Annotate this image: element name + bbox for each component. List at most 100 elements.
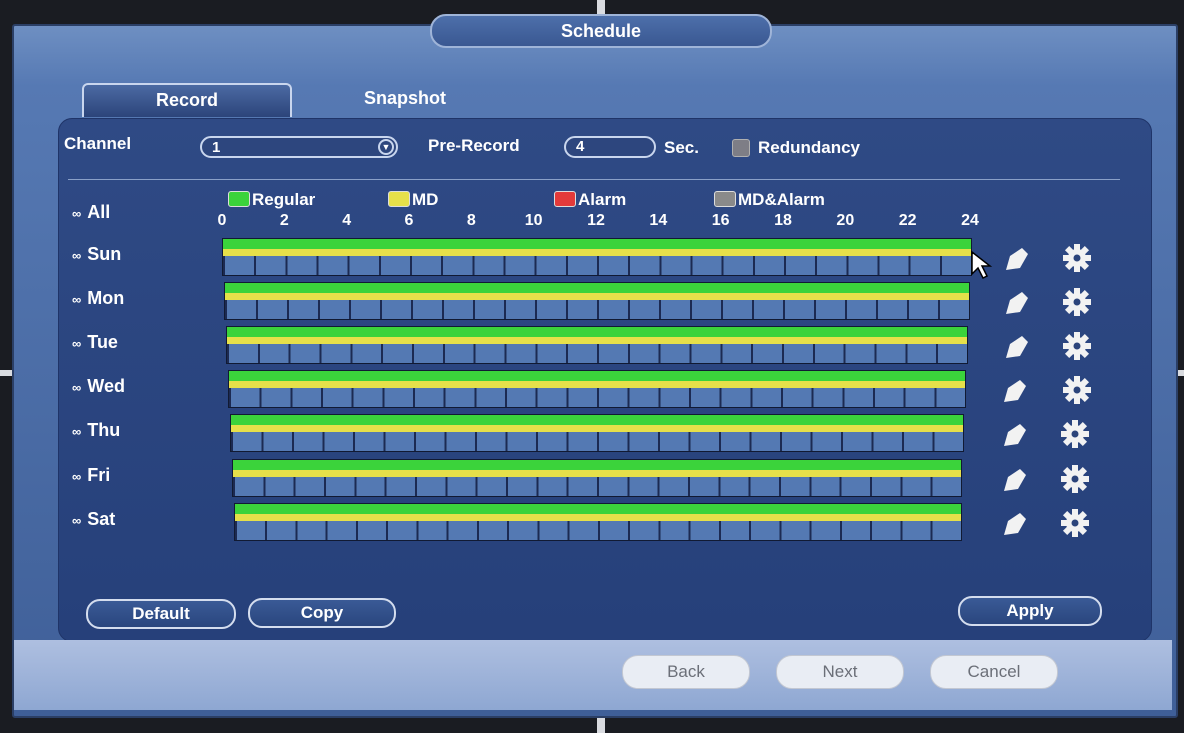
schedule-bar-wed[interactable] [228,370,966,408]
md-period [235,514,961,521]
copy-button[interactable]: Copy [248,598,396,628]
tab-snapshot[interactable]: Snapshot [330,83,480,117]
tick-label: 18 [774,212,792,229]
chain-link-icon: ∞ [72,513,81,528]
pencil-icon[interactable] [1000,286,1034,320]
day-link-sun[interactable]: ∞ Sun [72,244,121,265]
md-period [231,425,963,432]
channel-select[interactable]: 1 ▼ [200,136,398,158]
gear-icon[interactable] [1058,417,1092,451]
chain-link-icon: ∞ [72,380,81,395]
day-label: Sat [87,509,116,529]
hour-grid [223,256,971,275]
day-label: Mon [87,288,125,308]
hour-grid [227,344,967,363]
tick-label: 10 [524,212,543,229]
gear-icon[interactable] [1060,329,1094,363]
legend-regular: Regular [228,190,315,210]
md-period [225,293,969,300]
pre-record-label: Pre-Record [428,136,520,155]
schedule-bar-fri[interactable] [232,459,962,497]
tick-label: 16 [711,212,730,229]
next-button[interactable]: Next [776,655,904,689]
chevron-down-icon: ▼ [378,139,394,155]
tab-record[interactable]: Record [82,83,292,117]
pre-record-input[interactable]: 4 [564,136,656,158]
tick-label: 14 [649,212,668,229]
pencil-icon[interactable] [1000,242,1034,276]
md-period [233,470,961,477]
gear-icon[interactable] [1058,462,1092,496]
regular-period [227,327,967,337]
pencil-icon[interactable] [998,374,1032,408]
section-divider [68,179,1120,180]
default-button[interactable]: Default [86,599,236,629]
mouse-cursor-icon [971,250,993,280]
day-link-wed[interactable]: ∞ Wed [72,376,125,397]
gear-icon[interactable] [1058,506,1092,540]
schedule-bar-tue[interactable] [226,326,968,364]
dialog-title: Schedule [430,14,772,48]
regular-period [231,415,963,425]
redundancy-checkbox[interactable] [732,139,750,157]
gear-icon[interactable] [1060,241,1094,275]
md-swatch [388,191,410,207]
tick-label: 20 [836,212,855,229]
apply-button[interactable]: Apply [958,596,1102,626]
day-link-thu[interactable]: ∞ Thu [72,420,120,441]
chain-link-icon: ∞ [72,424,81,439]
day-label: Wed [87,376,125,396]
chain-link-icon: ∞ [72,248,81,263]
legend-alarm: Alarm [554,190,626,210]
schedule-bar-sun[interactable] [222,238,972,276]
tick-label: 2 [279,212,289,229]
regular-swatch [228,191,250,207]
tick-label: 8 [466,212,476,229]
tick-label: 0 [217,212,227,229]
md-period [223,249,971,256]
day-label: Fri [87,465,111,485]
tick-label: 12 [587,212,605,229]
gear-icon[interactable] [1060,285,1094,319]
legend-md-alarm: MD&Alarm [714,190,825,210]
regular-period [223,239,971,249]
pencil-icon[interactable] [998,463,1032,497]
chain-link-icon: ∞ [72,336,81,351]
schedule-bar-sat[interactable] [234,503,962,541]
redundancy-label: Redundancy [758,138,861,157]
cancel-button[interactable]: Cancel [930,655,1058,689]
regular-period [229,371,965,381]
hour-grid [229,388,965,407]
day-link-mon[interactable]: ∞ Mon [72,288,124,309]
tick-label: 22 [898,212,917,229]
chain-link-icon: ∞ [72,292,81,307]
gear-icon[interactable] [1060,373,1094,407]
md-period [229,381,965,388]
pencil-icon[interactable] [998,418,1032,452]
day-link-tue[interactable]: ∞ Tue [72,332,118,353]
regular-period [233,460,961,470]
channel-value: 1 [212,139,221,156]
pencil-icon[interactable] [998,507,1032,541]
pre-record-unit: Sec. [664,138,699,157]
md-alarm-swatch [714,191,736,207]
pencil-icon[interactable] [1000,330,1034,364]
md-period [227,337,967,344]
hour-grid [233,477,961,496]
day-label: Thu [87,420,121,440]
regular-period [225,283,969,293]
regular-period [235,504,961,514]
legend-md: MD [388,190,438,210]
day-label: Sun [87,244,122,264]
chain-link-icon: ∞ [72,206,81,221]
chain-link-icon: ∞ [72,469,81,484]
back-button[interactable]: Back [622,655,750,689]
day-link-fri[interactable]: ∞ Fri [72,465,110,486]
hour-grid [231,432,963,451]
tick-label: 24 [961,212,979,229]
tick-label: 6 [404,212,414,229]
day-link-sat[interactable]: ∞ Sat [72,509,115,530]
schedule-bar-mon[interactable] [224,282,970,320]
all-days-link[interactable]: ∞ All [72,202,110,223]
schedule-bar-thu[interactable] [230,414,964,452]
